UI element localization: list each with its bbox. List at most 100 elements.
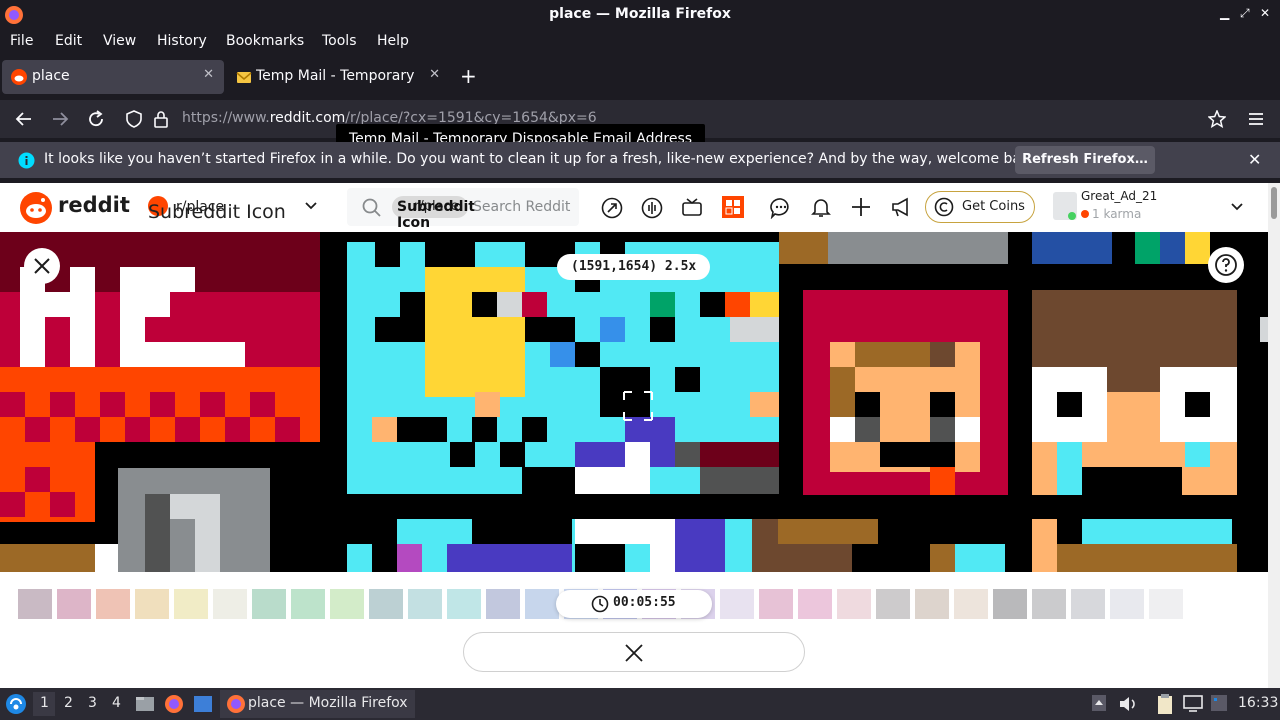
close-tab-icon[interactable]: ✕ — [203, 67, 214, 82]
close-window-button[interactable]: ✕ — [1260, 6, 1270, 20]
lock-icon[interactable] — [153, 110, 169, 128]
username: Great_Ad_21 — [1081, 189, 1158, 203]
refresh-firefox-button[interactable]: Refresh Firefox… — [1015, 146, 1155, 174]
tab-place[interactable]: place ✕ — [2, 60, 224, 94]
menu-bookmarks[interactable]: Bookmarks — [226, 33, 304, 49]
app-menu-icon[interactable] — [1248, 112, 1264, 126]
menu-file[interactable]: File — [10, 33, 33, 49]
cancel-placement-button[interactable] — [463, 632, 805, 672]
user-menu[interactable]: Great_Ad_21 1 karma — [1050, 188, 1250, 226]
minimize-button[interactable]: ▁ — [1220, 6, 1229, 20]
close-canvas-button[interactable] — [24, 248, 60, 284]
workspace-1[interactable]: 1 — [33, 692, 55, 716]
palette-swatch[interactable] — [369, 589, 403, 619]
palette-swatch[interactable] — [759, 589, 793, 619]
coin-icon — [934, 197, 954, 217]
popular-icon[interactable] — [601, 197, 623, 219]
page-scrollbar[interactable] — [1268, 183, 1280, 688]
palette-swatch[interactable] — [135, 589, 169, 619]
palette-swatch[interactable] — [798, 589, 832, 619]
firefox-launcher-icon[interactable] — [164, 694, 184, 714]
help-button[interactable] — [1208, 247, 1244, 283]
menu-bar: File Edit View History Bookmarks Tools H… — [0, 30, 1280, 54]
new-tab-button[interactable]: + — [460, 64, 477, 88]
palette-swatch[interactable] — [252, 589, 286, 619]
workspace-2[interactable]: 2 — [64, 695, 73, 711]
menu-help[interactable]: Help — [377, 33, 409, 49]
palette-swatch[interactable] — [486, 589, 520, 619]
tray-arrow-icon[interactable] — [1091, 694, 1107, 712]
palette-swatch[interactable] — [408, 589, 442, 619]
chevron-down-icon[interactable] — [304, 201, 318, 211]
place-grid-icon[interactable] — [721, 195, 745, 219]
menu-view[interactable]: View — [103, 33, 136, 49]
coins-icon[interactable] — [641, 197, 663, 219]
forward-icon[interactable] — [51, 111, 69, 127]
palette-swatch[interactable] — [1071, 589, 1105, 619]
bookmark-star-icon[interactable] — [1208, 110, 1226, 128]
back-icon[interactable] — [15, 111, 33, 127]
scrollbar-thumb[interactable] — [1271, 187, 1277, 219]
menu-tools[interactable]: Tools — [322, 33, 357, 49]
url-domain: reddit.com — [269, 110, 346, 126]
palette-swatch[interactable] — [954, 589, 988, 619]
url-prefix: https://www. — [182, 110, 270, 126]
workspace-4[interactable]: 4 — [112, 695, 121, 711]
palette-swatch[interactable] — [174, 589, 208, 619]
file-manager-icon[interactable] — [135, 695, 155, 713]
palette-swatch[interactable] — [837, 589, 871, 619]
palette-swatch[interactable] — [993, 589, 1027, 619]
info-icon — [18, 152, 35, 169]
advertise-megaphone-icon[interactable] — [890, 196, 912, 218]
palette-swatch[interactable] — [213, 589, 247, 619]
chat-icon[interactable] — [770, 197, 792, 219]
search-chip-icon-alt: Subreddit Icon — [397, 199, 476, 231]
reddit-header: reddit Subreddit Icon r/place r/place Su… — [0, 183, 1268, 232]
tab-temp-mail[interactable]: Temp Mail - Temporary Disposable Email A… — [228, 60, 450, 94]
palette-swatch[interactable] — [876, 589, 910, 619]
volume-icon[interactable] — [1118, 695, 1138, 713]
palette-swatch[interactable] — [1149, 589, 1183, 619]
close-tab-icon[interactable]: ✕ — [429, 67, 440, 82]
notifications-bell-icon[interactable] — [810, 196, 832, 218]
window-titlebar: place — Mozilla Firefox ▁ ⤢ ✕ — [0, 0, 1280, 30]
palette-swatch[interactable] — [915, 589, 949, 619]
search-box[interactable]: r/place Subreddit Icon Search Reddit — [347, 188, 579, 231]
os-taskbar: 1 2 3 4 place — Mozilla Firefox 16:33 — [0, 688, 1280, 720]
palette-swatch[interactable] — [525, 589, 559, 619]
palette-swatch[interactable] — [96, 589, 130, 619]
create-post-plus-icon[interactable] — [850, 196, 872, 218]
online-status-dot — [1068, 212, 1076, 220]
start-menu-icon[interactable] — [5, 693, 27, 715]
taskbar-task-firefox[interactable]: place — Mozilla Firefox — [220, 690, 415, 718]
palette-swatch[interactable] — [18, 589, 52, 619]
reddit-logo-icon[interactable] — [20, 192, 52, 224]
clock: 16:33 — [1238, 695, 1279, 711]
dismiss-notification-icon[interactable]: ✕ — [1248, 150, 1261, 169]
karma-count: 1 karma — [1092, 207, 1142, 221]
palette-swatch[interactable] — [447, 589, 481, 619]
reload-icon[interactable] — [87, 110, 105, 128]
palette-swatch[interactable] — [57, 589, 91, 619]
coordinates-display: (1591,1654) 2.5x — [557, 254, 711, 280]
help-icon — [1214, 253, 1238, 277]
place-canvas[interactable]: (1591,1654) 2.5x — [0, 232, 1268, 572]
network-icon[interactable] — [1210, 694, 1228, 712]
display-icon[interactable] — [1183, 694, 1203, 712]
reddit-live-icon[interactable] — [681, 197, 703, 219]
menu-history[interactable]: History — [157, 33, 207, 49]
subreddit-name[interactable]: r/place — [176, 199, 224, 215]
palette-swatch[interactable] — [330, 589, 364, 619]
palette-swatch[interactable] — [1110, 589, 1144, 619]
clipboard-icon[interactable] — [1156, 693, 1174, 715]
get-coins-button[interactable]: Get Coins — [925, 191, 1035, 223]
tracking-protection-shield-icon[interactable] — [126, 110, 142, 128]
palette-swatch[interactable] — [1032, 589, 1066, 619]
palette-swatch[interactable] — [720, 589, 754, 619]
menu-edit[interactable]: Edit — [55, 33, 82, 49]
terminal-icon[interactable] — [193, 695, 213, 713]
palette-swatch[interactable] — [291, 589, 325, 619]
workspace-3[interactable]: 3 — [88, 695, 97, 711]
maximize-button[interactable]: ⤢ — [1240, 6, 1250, 21]
reddit-wordmark[interactable]: reddit — [58, 193, 130, 217]
